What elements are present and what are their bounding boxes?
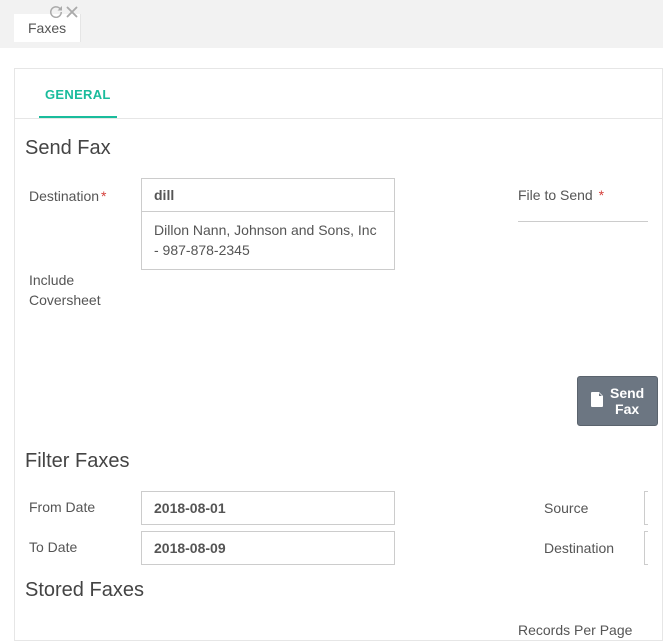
source-label: Source	[544, 500, 644, 516]
send-fax-button[interactable]: Send Fax	[577, 376, 658, 426]
to-date-label: To Date	[29, 538, 141, 558]
tab-general[interactable]: GENERAL	[39, 69, 117, 118]
tab-label: Faxes	[28, 20, 66, 36]
section-title-filter-faxes: Filter Faxes	[15, 432, 662, 483]
main-panel: GENERAL Send Fax Destination* Dillon Nan…	[14, 68, 663, 641]
window-tab-strip: Faxes	[0, 0, 663, 48]
records-per-page-label: Records Per Page	[518, 620, 648, 640]
from-date-label: From Date	[29, 498, 141, 518]
document-icon	[591, 392, 604, 410]
from-date-input[interactable]	[141, 491, 395, 525]
refresh-icon[interactable]	[50, 6, 62, 18]
destination-label: Destination*	[29, 178, 141, 207]
source-input[interactable]	[644, 491, 648, 525]
required-asterisk: *	[101, 188, 106, 204]
tab-faxes[interactable]: Faxes	[14, 14, 81, 42]
coversheet-label: Include Coversheet	[29, 262, 141, 310]
autocomplete-dropdown: Dillon Nann, Johnson and Sons, Inc - 987…	[141, 211, 395, 270]
section-title-stored-faxes: Stored Faxes	[15, 565, 662, 612]
autocomplete-option[interactable]: Dillon Nann, Johnson and Sons, Inc - 987…	[142, 212, 394, 269]
filter-destination-label: Destination	[544, 540, 644, 556]
file-to-send-label: File to Send *	[518, 187, 604, 203]
close-icon[interactable]	[66, 6, 78, 18]
inner-tabbar: GENERAL	[15, 69, 662, 119]
file-to-send-input-underline[interactable]	[518, 221, 648, 222]
required-asterisk: *	[595, 187, 604, 203]
filter-destination-input[interactable]	[644, 531, 648, 565]
destination-input[interactable]	[141, 178, 395, 212]
send-fax-button-label: Send Fax	[610, 385, 644, 417]
to-date-input[interactable]	[141, 531, 395, 565]
section-title-send-fax: Send Fax	[15, 119, 662, 170]
